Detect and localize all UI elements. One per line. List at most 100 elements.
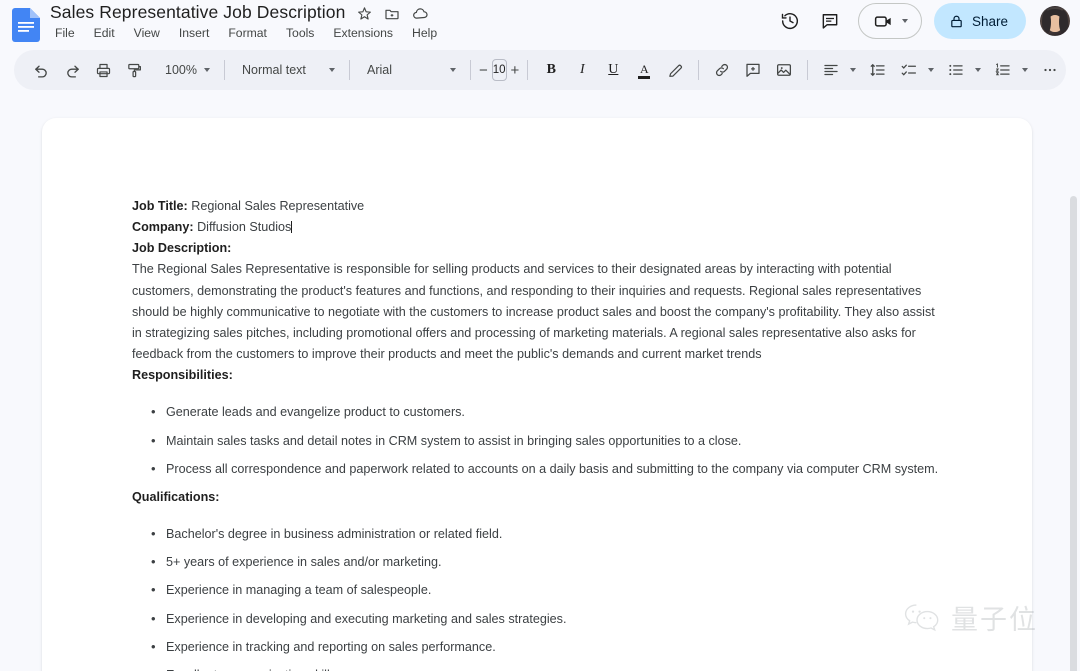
insert-image-icon[interactable] [769,55,799,85]
insert-link-icon[interactable] [707,55,737,85]
toolbar-divider [470,60,471,80]
decrease-font-size-button[interactable]: − [479,57,488,83]
chevron-down-icon [329,68,335,72]
video-camera-icon [873,11,894,32]
chevron-down-icon[interactable] [928,68,934,72]
paint-format-icon[interactable] [119,55,149,85]
toolbar-divider [224,60,225,80]
bold-button[interactable]: B [536,55,566,85]
bold-label: B [547,63,556,77]
field-label: Company: [132,220,194,234]
menu-item-view[interactable]: View [129,25,165,41]
chevron-down-icon [902,19,908,23]
list-item: Process all correspondence and paperwork… [151,459,942,480]
chevron-down-icon[interactable] [975,68,981,72]
font-family-selector[interactable]: Arial [358,55,462,85]
numbered-list-icon[interactable] [988,55,1018,85]
section-heading-job-description: Job Description: [132,238,942,259]
toolbar-divider [807,60,808,80]
increase-font-size-button[interactable]: + [511,57,520,83]
star-icon[interactable] [355,5,373,23]
highlight-pen-icon[interactable] [660,55,690,85]
toolbar-divider [698,60,699,80]
italic-button[interactable]: I [567,55,597,85]
list-item: Excellent communication skills. [151,665,942,671]
redo-icon[interactable] [57,55,87,85]
print-icon[interactable] [88,55,118,85]
undo-icon[interactable] [26,55,56,85]
clear-formatting-icon[interactable] [1072,55,1080,85]
font-family-value: Arial [367,63,392,77]
list-item: Maintain sales tasks and detail notes in… [151,431,942,452]
menu-item-insert[interactable]: Insert [174,25,214,41]
chevron-down-icon [204,68,210,72]
field-value: Diffusion Studios [197,220,291,234]
lock-icon [949,14,964,29]
field-label: Job Title: [132,199,188,213]
chevron-down-icon[interactable] [1022,68,1028,72]
menu-item-extensions[interactable]: Extensions [328,25,398,41]
more-options-icon[interactable] [1035,55,1065,85]
cloud-saved-icon[interactable] [411,5,429,23]
document-page[interactable]: Job Title: Regional Sales Representative… [42,118,1032,671]
field-value: Regional Sales Representative [191,199,364,213]
section-paragraph-job-description: The Regional Sales Representative is res… [132,259,942,365]
list-item: Generate leads and evangelize product to… [151,402,942,423]
menu-item-file[interactable]: File [50,25,80,41]
line-spacing-icon[interactable] [863,55,893,85]
version-history-icon[interactable] [772,3,808,39]
field-job-title: Job Title: Regional Sales Representative [132,196,942,217]
document-body[interactable]: Job Title: Regional Sales Representative… [42,118,1032,671]
list-item: Experience in managing a team of salespe… [151,580,942,601]
qualifications-list: Bachelor's degree in business administra… [132,524,942,671]
share-button[interactable]: Share [934,3,1026,39]
text-color-swatch [638,76,650,79]
meet-button[interactable] [858,3,922,39]
document-canvas[interactable]: Job Title: Regional Sales Representative… [0,96,1080,671]
section-heading-responsibilities: Responsibilities: [132,365,942,386]
text-color-label: A [640,63,649,75]
toolbar-wrapper: 100% Normal text Arial − 10 + B I U A [0,48,1080,94]
comment-icon[interactable] [812,3,848,39]
avatar[interactable] [1040,6,1070,36]
toolbar-divider [527,60,528,80]
menu-item-edit[interactable]: Edit [89,25,120,41]
list-item: Bachelor's degree in business administra… [151,524,942,545]
paragraph-style-selector[interactable]: Normal text [233,55,341,85]
responsibilities-list: Generate leads and evangelize product to… [132,402,942,479]
bulleted-list-icon[interactable] [941,55,971,85]
zoom-value: 100% [165,63,197,77]
google-docs-icon[interactable] [12,8,40,42]
paragraph-style-value: Normal text [242,63,306,77]
section-heading-qualifications: Qualifications: [132,487,942,508]
add-comment-icon[interactable] [738,55,768,85]
list-item: Experience in tracking and reporting on … [151,637,942,658]
vertical-scrollbar[interactable] [1070,196,1077,671]
align-left-icon[interactable] [816,55,846,85]
list-item: Experience in developing and executing m… [151,609,942,630]
list-item: 5+ years of experience in sales and/or m… [151,552,942,573]
text-color-button[interactable]: A [629,55,659,85]
document-title-row: Sales Representative Job Description [50,2,429,23]
title-bar: Sales Representative Job Description Fil… [0,0,1080,48]
font-size-input[interactable]: 10 [492,59,507,81]
italic-label: I [580,63,585,77]
zoom-selector[interactable]: 100% [156,55,216,85]
toolbar-divider [349,60,350,80]
chevron-down-icon[interactable] [850,68,856,72]
underline-button[interactable]: U [598,55,628,85]
menu-item-help[interactable]: Help [407,25,442,41]
menu-item-tools[interactable]: Tools [281,25,319,41]
checklist-icon[interactable] [894,55,924,85]
share-button-label: Share [972,14,1008,29]
formatting-toolbar: 100% Normal text Arial − 10 + B I U A [14,50,1066,90]
field-company: Company: Diffusion Studios [132,217,942,238]
menu-bar: File Edit View Insert Format Tools Exten… [50,25,442,41]
underline-label: U [608,63,618,77]
chevron-down-icon [450,68,456,72]
page-title[interactable]: Sales Representative Job Description [50,2,345,23]
text-cursor [291,221,292,233]
menu-item-format[interactable]: Format [223,25,272,41]
header-actions: Share [772,3,1070,39]
move-to-folder-icon[interactable] [383,5,401,23]
